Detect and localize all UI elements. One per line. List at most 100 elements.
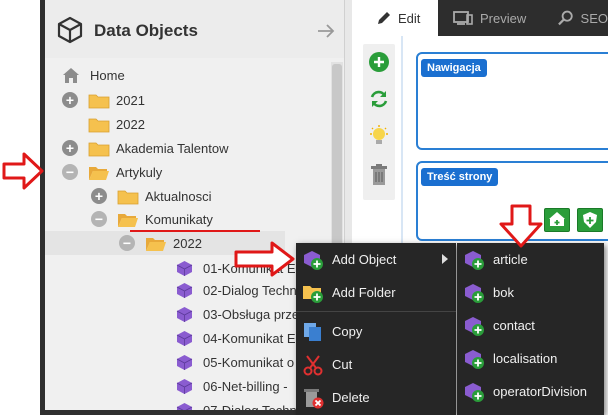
collapse-arrow-icon[interactable] (317, 22, 335, 40)
add-object-icon (304, 250, 323, 270)
tree-item-label: 06-Net-billing - (203, 378, 288, 394)
submenu-item-bok[interactable]: bok (457, 276, 604, 309)
area-label: Nawigacja (421, 59, 487, 77)
search-icon (558, 10, 573, 26)
folder-icon (117, 190, 139, 204)
folder-icon (88, 142, 110, 156)
add-object-icon (465, 316, 484, 336)
add-block-button[interactable] (544, 208, 570, 232)
panel-title: Data Objects (94, 21, 198, 40)
submenu-item-contact[interactable]: contact (457, 309, 604, 342)
add-object-icon (465, 382, 484, 402)
tree-item-label: 2021 (116, 92, 145, 108)
submenu-item-label: operatorDivision (493, 384, 587, 399)
monitor-icon (453, 11, 473, 25)
expand-plus-icon[interactable]: + (62, 140, 78, 156)
lightbulb-icon (370, 125, 388, 144)
folder-open-icon (89, 166, 109, 180)
tree-item-label: 05-Komunikat o (203, 354, 295, 370)
add-object-icon (465, 283, 484, 303)
tree-item-label: Home (90, 67, 125, 83)
submenu-item-label: localisation (493, 351, 558, 366)
pencil-icon (378, 12, 390, 24)
menu-item-label: Cut (332, 357, 353, 372)
hint-button[interactable] (366, 123, 392, 149)
annotation-underline (130, 230, 260, 232)
tree-item-label: 2022 (173, 235, 202, 251)
tab-edit[interactable]: Edit (352, 0, 438, 36)
folder-open-icon (118, 213, 138, 227)
collapse-minus-icon[interactable]: − (119, 235, 135, 251)
tree-item-label: Akademia Talentow (116, 140, 229, 156)
tab-preview[interactable]: Preview (440, 0, 534, 36)
delete-button[interactable] (366, 162, 392, 188)
menu-item-delete[interactable]: Delete (296, 381, 456, 414)
area-nawigacja[interactable]: Nawigacja (416, 52, 608, 150)
submenu-item-localisation[interactable]: localisation (457, 342, 604, 375)
cube-icon (57, 16, 83, 44)
object-cube-icon (176, 378, 193, 394)
add-folder-icon (303, 285, 323, 303)
annotation-arrow-icon (234, 241, 295, 277)
add-object-icon (465, 349, 484, 369)
tree-item-2022-sub[interactable]: − 2022 (119, 232, 202, 254)
menu-item-label: Add Object (332, 252, 397, 267)
tab-label: Preview (480, 10, 527, 26)
annotation-arrow-icon (2, 152, 44, 190)
tab-label: SEO (580, 10, 608, 26)
submenu-item-label: bok (493, 285, 514, 300)
tree-item-aktualnosci[interactable]: + Aktualnosci (91, 185, 211, 207)
folder-open-icon (146, 237, 166, 251)
tree-item-label: 04-Komunikat E (203, 330, 296, 346)
menu-item-cut[interactable]: Cut (296, 348, 456, 381)
menu-item-add-object[interactable]: Add Object (296, 243, 456, 276)
submenu-item-operatordivision[interactable]: operatorDivision (457, 375, 604, 408)
collapse-minus-icon[interactable]: − (91, 211, 107, 227)
object-cube-icon (176, 282, 193, 298)
collapse-minus-icon[interactable]: − (62, 164, 78, 180)
add-shield-button[interactable] (577, 208, 603, 232)
tree-item-label: Aktualnosci (145, 188, 212, 204)
tree-item-home[interactable]: Home (62, 64, 125, 86)
tree-object-02[interactable]: 02-Dialog Techn (176, 279, 297, 301)
tree-item-label: Artykuly (116, 164, 163, 180)
tree-item-label: Komunikaty (145, 211, 213, 227)
tree-item-label: 02-Dialog Techn (203, 282, 297, 298)
tree-item-artykuly[interactable]: − Artykuly (62, 161, 162, 183)
refresh-button[interactable] (366, 86, 392, 112)
refresh-icon (370, 90, 388, 108)
object-cube-icon (176, 354, 193, 370)
tree-object-06[interactable]: 06-Net-billing - (176, 375, 288, 397)
menu-item-label: Copy (332, 324, 363, 339)
add-block-icon (549, 212, 565, 226)
tree-item-label: 03-Obsługa prze (203, 306, 300, 322)
tab-seo[interactable]: SEO (548, 0, 608, 36)
submenu-item-label: article (493, 252, 528, 267)
plus-circle-icon (369, 52, 389, 72)
tree-item-label: 2022 (116, 116, 145, 132)
tree-object-03[interactable]: 03-Obsługa prze (176, 303, 299, 325)
expand-plus-icon[interactable]: + (91, 188, 107, 204)
folder-icon (88, 94, 110, 108)
tree-item-2021[interactable]: + 2021 (62, 89, 145, 111)
expand-plus-icon[interactable]: + (62, 92, 78, 108)
menu-item-label: Delete (332, 390, 370, 405)
menu-item-add-folder[interactable]: Add Folder (296, 276, 456, 309)
shield-plus-icon (583, 212, 597, 228)
menu-item-copy[interactable]: Copy (296, 315, 456, 348)
submenu-arrow-icon (442, 254, 448, 264)
add-object-icon (465, 250, 484, 270)
tree-item-2022[interactable]: 2022 (62, 113, 145, 135)
area-label: Treść strony (421, 168, 499, 186)
folder-icon (88, 118, 110, 132)
tab-label: Edit (398, 10, 421, 26)
add-button[interactable] (366, 49, 392, 75)
left-margin (0, 0, 45, 415)
tree-item-akademia-talentow[interactable]: + Akademia Talentow (62, 137, 229, 159)
menu-separator (296, 311, 456, 312)
tree-object-05[interactable]: 05-Komunikat o (176, 351, 294, 373)
object-cube-icon (176, 260, 193, 276)
tree-object-04[interactable]: 04-Komunikat E (176, 327, 296, 349)
tree-item-komunikaty[interactable]: − Komunikaty (91, 208, 213, 230)
delete-icon (304, 388, 324, 408)
